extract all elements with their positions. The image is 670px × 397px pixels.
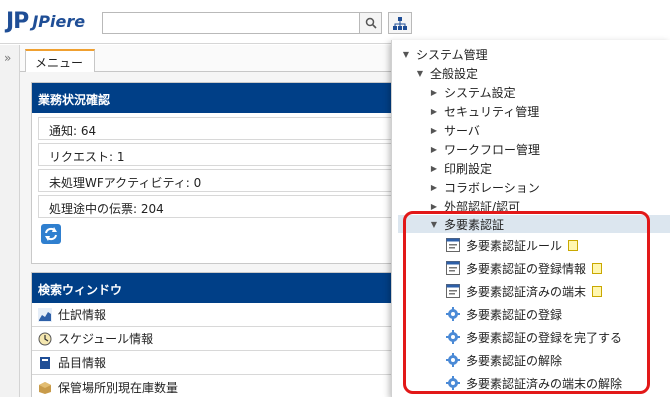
global-search-input[interactable] [102, 12, 360, 34]
tree-node-label: 全般設定 [430, 66, 479, 81]
tree-node-system-admin[interactable]: ▼ システム管理 [400, 45, 488, 63]
tree-node-workflow[interactable]: ▶ ワークフロー管理 [428, 140, 540, 158]
west-collapse-bar[interactable]: » [0, 45, 20, 397]
tree-node-collaboration[interactable]: ▶ コラボレーション [428, 178, 540, 196]
expanded-arrow-icon[interactable]: ▼ [400, 50, 412, 59]
collapsed-arrow-icon[interactable]: ▶ [428, 107, 440, 116]
sitemap-icon [393, 16, 407, 30]
tree-node-server[interactable]: ▶ サーバ [428, 121, 480, 139]
search-item-label: 仕訳情報 [58, 308, 107, 322]
refresh-icon[interactable] [41, 224, 61, 244]
clock-icon [38, 332, 52, 346]
menu-tree-button[interactable] [388, 12, 412, 34]
tree-node-label: システム管理 [416, 47, 488, 62]
tree-node-system-settings[interactable]: ▶ システム設定 [428, 83, 516, 101]
search-item-label: 品目情報 [58, 356, 107, 370]
tree-node-label: サーバ [444, 123, 480, 138]
business-status-title: 業務状況確認 [32, 83, 400, 113]
collapsed-arrow-icon[interactable]: ▶ [428, 88, 440, 97]
kpi-requests[interactable]: リクエスト: 1 [38, 143, 396, 166]
search-item-label: 保管場所別現在庫数量 [58, 380, 179, 395]
collapsed-arrow-icon[interactable]: ▶ [428, 183, 440, 192]
tab-menu[interactable]: メニュー [25, 49, 95, 73]
tree-node-general-settings[interactable]: ▼ 全般設定 [414, 64, 478, 82]
highlight-annotation-frame [403, 211, 650, 394]
app-header: JP JPiere [0, 0, 670, 44]
search-item-label: スケジュール情報 [58, 332, 154, 346]
logo-word: JPiere [32, 12, 86, 31]
chart-icon [38, 307, 52, 322]
search-button[interactable] [360, 12, 382, 34]
tree-node-label: 印刷設定 [444, 161, 493, 176]
search-window-panel: 検索ウィンドウ 仕訳情報 スケジュール情報 品目情報 保管場所別現在庫数量 [31, 272, 401, 397]
tree-node-print[interactable]: ▶ 印刷設定 [428, 159, 492, 177]
kpi-wf-activities[interactable]: 未処理WFアクティビティ: 0 [38, 169, 396, 192]
kpi-notices[interactable]: 通知: 64 [38, 117, 396, 140]
expanded-arrow-icon[interactable]: ▼ [414, 69, 426, 78]
business-status-panel: 業務状況確認 通知: 64 リクエスト: 1 未処理WFアクティビティ: 0 処… [31, 82, 401, 264]
book-icon [38, 356, 52, 370]
expand-chevrons-icon[interactable]: » [4, 51, 11, 65]
search-icon [365, 17, 377, 29]
kpi-documents-in-progress[interactable]: 処理途中の伝票: 204 [38, 195, 396, 218]
collapsed-arrow-icon[interactable]: ▶ [428, 126, 440, 135]
collapsed-arrow-icon[interactable]: ▶ [428, 202, 440, 211]
box-icon [38, 380, 52, 394]
collapsed-arrow-icon[interactable]: ▶ [428, 145, 440, 154]
tree-node-label: コラボレーション [444, 180, 540, 195]
jpiere-logo[interactable]: JP JPiere [6, 9, 85, 35]
search-item-product[interactable]: 品目情報 [32, 351, 400, 375]
tree-node-label: ワークフロー管理 [444, 142, 541, 157]
search-item-storage-onhand[interactable]: 保管場所別現在庫数量 [32, 375, 400, 397]
search-item-schedule[interactable]: スケジュール情報 [32, 327, 400, 351]
logo-mark: JP [6, 9, 29, 34]
search-window-title: 検索ウィンドウ [32, 273, 400, 303]
tree-node-label: システム設定 [444, 85, 516, 100]
tree-node-security[interactable]: ▶ セキュリティ管理 [428, 102, 539, 120]
tree-node-label: セキュリティ管理 [444, 104, 540, 119]
collapsed-arrow-icon[interactable]: ▶ [428, 164, 440, 173]
search-item-journal[interactable]: 仕訳情報 [32, 303, 400, 327]
